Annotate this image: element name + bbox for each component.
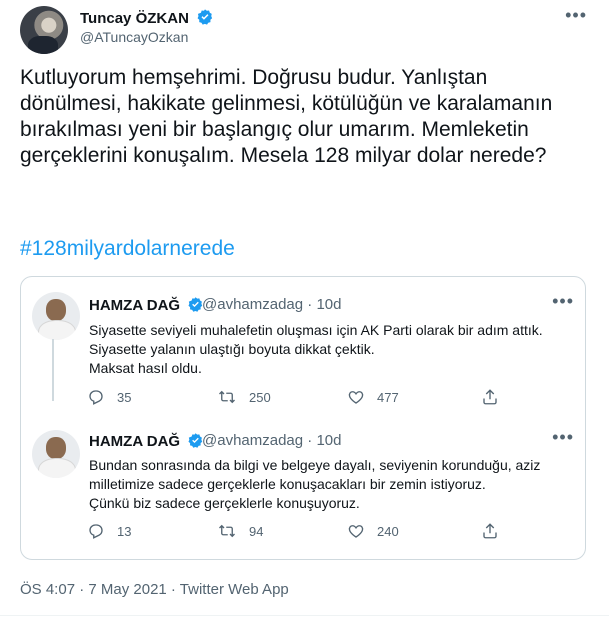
like-button[interactable]: 240 — [347, 522, 399, 540]
author-name-block[interactable]: Tuncay ÖZKAN — [80, 8, 214, 30]
quoted-time[interactable]: · 10d — [307, 296, 341, 313]
share-button[interactable] — [481, 388, 511, 406]
quoted-text-line: Maksat hasıl oldu. — [89, 360, 202, 376]
quoted-text: Siyasette seviyeli muhalefetin oluşması … — [89, 321, 559, 378]
quoted-text-line: milletimize sadece gerçeklerle konuşacak… — [89, 476, 486, 492]
verified-badge-icon — [196, 8, 214, 30]
like-icon — [348, 525, 364, 538]
retweet-button[interactable]: 94 — [217, 522, 263, 540]
tweet-text: Kutluyorum hemşehrimi. Doğrusu budur. Ya… — [20, 66, 553, 167]
reply-icon — [89, 390, 103, 405]
like-button[interactable]: 477 — [347, 388, 399, 406]
retweet-count: 94 — [249, 523, 264, 539]
retweet-icon — [219, 390, 235, 404]
quoted-text-line: Bundan sonrasında da bilgi ve belgeye da… — [89, 457, 541, 473]
like-count: 477 — [377, 389, 399, 405]
hashtag-link[interactable]: #128milyardolarnerede — [20, 237, 235, 261]
quoted-text-line: Çünkü biz sadece gerçeklerle konuşuyoruz… — [89, 495, 360, 511]
more-icon[interactable]: ••• — [552, 291, 574, 312]
thread-connector-line — [52, 339, 54, 401]
quoted-author-name-block[interactable]: HAMZA DAĞ — [89, 432, 204, 453]
like-icon — [348, 391, 364, 404]
more-icon[interactable]: ••• — [565, 5, 587, 26]
quoted-handle-line[interactable]: @avhamzadag · 10d — [202, 296, 342, 313]
quoted-author-name[interactable]: HAMZA DAĞ — [89, 433, 180, 450]
quoted-author-handle[interactable]: @avhamzadag — [202, 432, 303, 449]
quoted-author-name-block[interactable]: HAMZA DAĞ — [89, 296, 204, 317]
like-count: 240 — [377, 523, 399, 539]
quoted-text: Bundan sonrasında da bilgi ve belgeye da… — [89, 456, 559, 513]
quoted-author-handle[interactable]: @avhamzadag — [202, 296, 303, 313]
author-handle[interactable]: @ATuncayOzkan — [80, 29, 188, 45]
quoted-thread-card[interactable]: HAMZA DAĞ @avhamzadag · 10d ••• Siyasett… — [20, 276, 586, 560]
quoted-handle-line[interactable]: @avhamzadag · 10d — [202, 432, 342, 449]
quoted-author-name[interactable]: HAMZA DAĞ — [89, 297, 180, 314]
tweet-timestamp[interactable]: ÖS 4:07 · 7 May 2021 · Twitter Web App — [20, 581, 289, 598]
quoted-author-avatar[interactable] — [32, 292, 80, 340]
share-button[interactable] — [481, 522, 511, 540]
retweet-button[interactable]: 250 — [217, 388, 271, 406]
reply-count: 13 — [117, 523, 132, 539]
reply-icon — [89, 524, 103, 539]
reply-button[interactable]: 35 — [87, 388, 131, 406]
divider — [0, 615, 609, 616]
author-avatar[interactable] — [20, 6, 68, 54]
quoted-text-line: Siyasette yalanın ulaştığı boyuta dikkat… — [89, 341, 375, 357]
quoted-time[interactable]: · 10d — [307, 432, 341, 449]
quoted-text-line: Siyasette seviyeli muhalefetin oluşması … — [89, 322, 543, 338]
retweet-count: 250 — [249, 389, 271, 405]
share-icon — [483, 523, 497, 539]
retweet-icon — [219, 524, 235, 538]
reply-count: 35 — [117, 389, 132, 405]
more-icon[interactable]: ••• — [552, 427, 574, 448]
author-name[interactable]: Tuncay ÖZKAN — [80, 10, 189, 27]
quoted-author-avatar[interactable] — [32, 430, 80, 478]
share-icon — [483, 389, 497, 405]
reply-button[interactable]: 13 — [87, 522, 131, 540]
